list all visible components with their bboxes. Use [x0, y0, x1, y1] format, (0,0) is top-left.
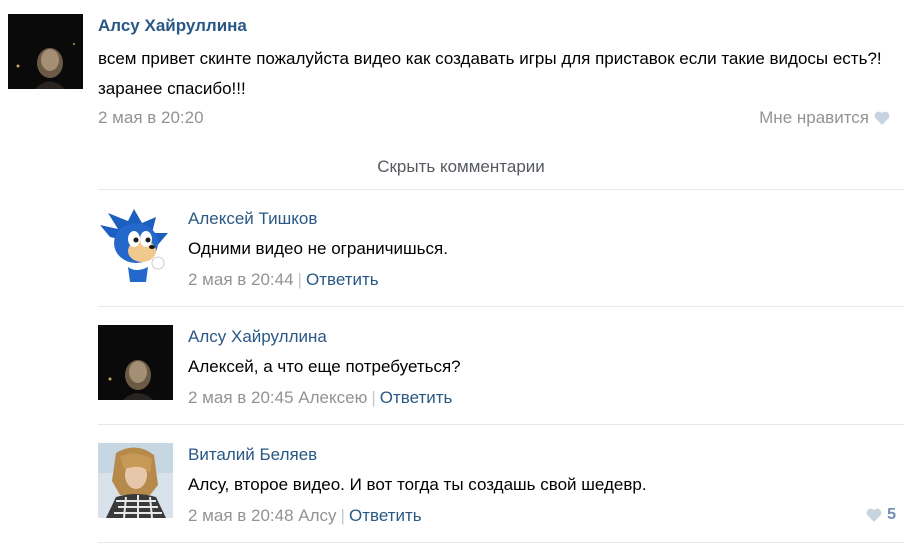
comment-like-count: 5 [887, 506, 896, 523]
comment-meta: 2 мая в 20:48 Алсу | Ответить [188, 506, 422, 526]
divider [98, 189, 904, 190]
wall-post: Алсу Хайруллина всем привет скинте пожал… [0, 0, 922, 544]
comment-text: Алексей, а что еще потребуеться? [188, 357, 461, 376]
divider [98, 542, 904, 543]
comment-author-avatar[interactable] [98, 207, 173, 282]
post-author-name[interactable]: Алсу Хайруллина [98, 16, 247, 36]
comment-date[interactable]: 2 мая в 20:44 [188, 270, 294, 289]
divider [98, 424, 904, 425]
heart-icon [874, 111, 890, 125]
post-like-button[interactable]: Мне нравится [759, 108, 890, 128]
comment-author-name[interactable]: Алсу Хайруллина [188, 327, 327, 347]
avatar-photo-night [98, 325, 173, 400]
post-author-avatar[interactable] [8, 14, 83, 89]
comment-author-name[interactable]: Алексей Тишков [188, 209, 317, 229]
comment-text: Алсу, второе видео. И вот тогда ты созда… [188, 475, 647, 494]
post-like-label: Мне нравится [759, 108, 869, 127]
hide-comments-link[interactable]: Скрыть комментарии [0, 157, 922, 177]
reply-to-name[interactable]: Алексею [298, 388, 367, 407]
reply-button[interactable]: Ответить [306, 270, 379, 289]
separator: | [340, 506, 345, 525]
separator: | [297, 270, 302, 289]
comment-author-avatar[interactable] [98, 325, 173, 400]
reply-button[interactable]: Ответить [380, 388, 453, 407]
separator: | [371, 388, 376, 407]
comment-meta: 2 мая в 20:44 | Ответить [188, 270, 379, 290]
post-date[interactable]: 2 мая в 20:20 [98, 108, 204, 128]
heart-icon [866, 508, 882, 522]
reply-button[interactable]: Ответить [349, 506, 422, 525]
comment-date[interactable]: 2 мая в 20:48 [188, 506, 294, 525]
avatar-photo-guitarist [98, 443, 173, 518]
avatar-sonic [98, 207, 173, 282]
avatar-photo-night [8, 14, 83, 89]
comment-like-button[interactable]: 5 [866, 506, 896, 524]
comment-text: Одними видео не ограничишься. [188, 239, 448, 258]
comment-author-avatar[interactable] [98, 443, 173, 518]
reply-to-name[interactable]: Алсу [298, 506, 336, 525]
comment-author-name[interactable]: Виталий Беляев [188, 445, 317, 465]
divider [98, 306, 904, 307]
post-text: всем привет скинте пожалуйста видео как … [98, 49, 882, 98]
comment-date[interactable]: 2 мая в 20:45 [188, 388, 294, 407]
comment-meta: 2 мая в 20:45 Алексею | Ответить [188, 388, 452, 408]
